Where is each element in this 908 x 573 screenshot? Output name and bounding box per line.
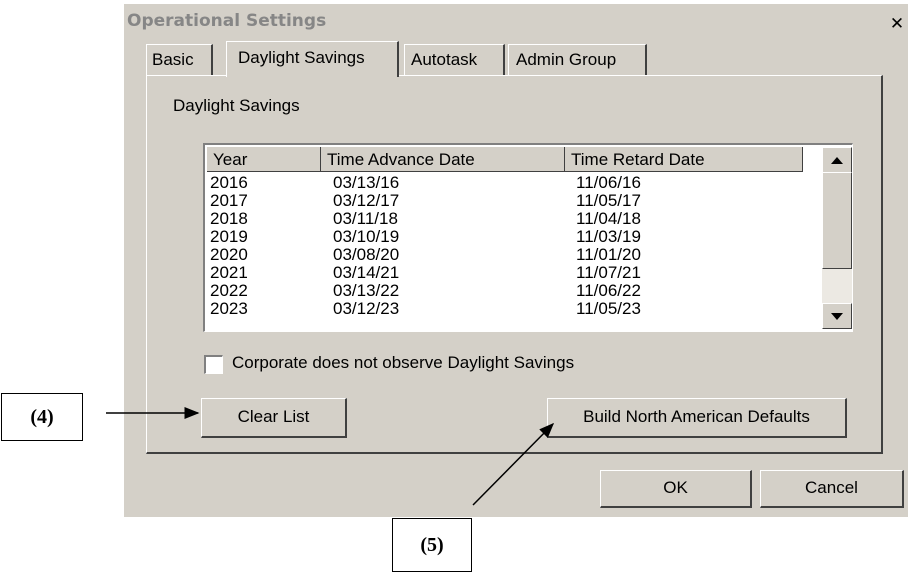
tab-label: Autotask — [411, 50, 478, 69]
retard-date-cell: 11/05/23 — [576, 299, 641, 318]
retard-date-cell: 11/05/17 — [576, 191, 641, 210]
year-cell: 2017 — [210, 191, 248, 210]
retard-date-cell: 11/01/20 — [576, 245, 641, 264]
observe-dst-label[interactable]: Corporate does not observe Daylight Savi… — [232, 353, 574, 373]
advance-date-cell: 03/13/16 — [333, 173, 400, 192]
year-cell: 2019 — [210, 227, 248, 246]
year-cell: 2023 — [210, 299, 248, 318]
year-cell: 2020 — [210, 245, 248, 264]
tab-label: Admin Group — [516, 50, 617, 69]
retard-date-cell: 11/06/16 — [576, 173, 641, 192]
tab-daylight-savings[interactable]: Daylight Savings — [226, 41, 399, 77]
tab-autotask[interactable]: Autotask — [404, 44, 505, 75]
tab-label: Basic — [152, 50, 194, 69]
callout-4: (4) — [1, 393, 83, 441]
window-title: Operational Settings — [127, 11, 327, 31]
scroll-down-button[interactable] — [822, 303, 852, 329]
advance-date-cell: 03/12/17 — [333, 191, 400, 210]
tab-basic[interactable]: Basic — [146, 44, 213, 75]
retard-date-cell: 11/04/18 — [576, 209, 641, 228]
column-header-retard[interactable]: Time Retard Date — [565, 147, 803, 172]
daylight-savings-list[interactable]: Year Time Advance Date Time Retard Date … — [203, 143, 853, 332]
group-label: Daylight Savings — [173, 96, 300, 115]
retard-date-cell: 11/07/21 — [576, 263, 641, 282]
advance-date-cell: 03/14/21 — [333, 263, 400, 282]
advance-date-cell: 03/13/22 — [333, 281, 400, 300]
tab-label: Daylight Savings — [238, 48, 365, 67]
year-cell: 2022 — [210, 281, 248, 300]
arrow-up-icon — [831, 156, 843, 164]
callout-5: (5) — [392, 518, 472, 572]
retard-date-cell: 11/06/22 — [576, 281, 641, 300]
advance-date-cell: 03/11/18 — [333, 209, 398, 228]
title-bar[interactable]: Operational Settings ✕ — [124, 4, 908, 37]
cancel-button[interactable]: Cancel — [760, 470, 904, 508]
advance-date-cell: 03/08/20 — [333, 245, 400, 264]
year-cell: 2016 — [210, 173, 248, 192]
year-cell: 2018 — [210, 209, 248, 228]
build-defaults-button[interactable]: Build North American Defaults — [547, 398, 847, 438]
close-icon[interactable]: ✕ — [888, 15, 906, 33]
clear-list-button[interactable]: Clear List — [201, 398, 347, 438]
vertical-scrollbar[interactable] — [822, 147, 852, 329]
column-header-advance[interactable]: Time Advance Date — [321, 147, 565, 172]
column-header-year[interactable]: Year — [207, 147, 321, 172]
observe-dst-checkbox[interactable] — [204, 355, 223, 374]
scrollbar-thumb[interactable] — [822, 172, 852, 269]
advance-date-cell: 03/12/23 — [333, 299, 400, 318]
ok-button[interactable]: OK — [600, 470, 752, 508]
tab-admin-group[interactable]: Admin Group — [508, 44, 647, 75]
arrow-down-icon — [831, 312, 843, 320]
retard-date-cell: 11/03/19 — [576, 227, 641, 246]
advance-date-cell: 03/10/19 — [333, 227, 400, 246]
year-cell: 2021 — [210, 263, 248, 282]
scroll-up-button[interactable] — [822, 147, 852, 173]
